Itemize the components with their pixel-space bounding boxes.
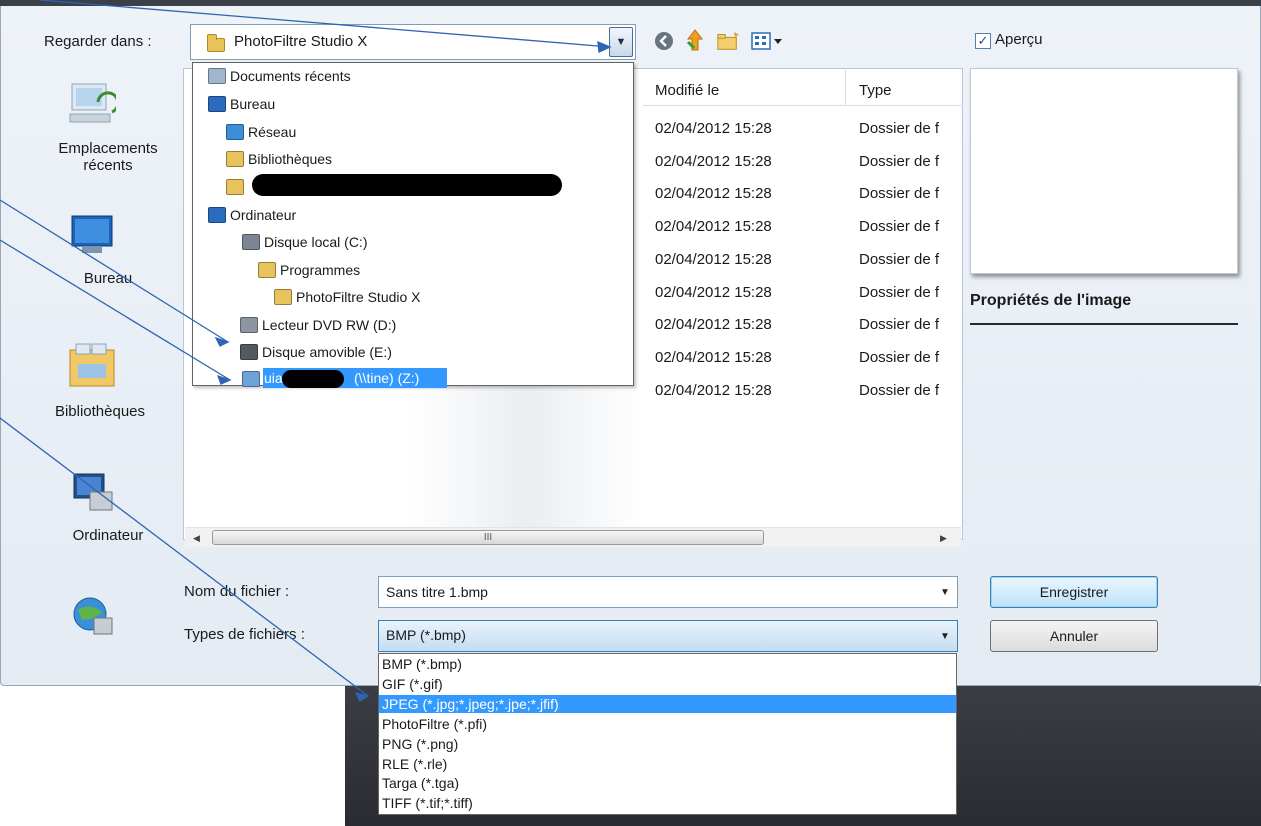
place-recent[interactable]: Emplacements récents (28, 140, 188, 174)
computer-icon (208, 207, 226, 223)
column-type[interactable]: Type (859, 82, 892, 99)
tree-item[interactable]: Bureau (230, 93, 275, 115)
recent-documents-icon (208, 68, 226, 84)
window-top-edge (0, 0, 1261, 6)
user-folder-icon (226, 179, 244, 195)
column-modified[interactable]: Modifié le (655, 82, 719, 99)
file-row-type[interactable]: Dossier de f (859, 349, 939, 366)
file-type-value: BMP (*.bmp) (386, 627, 466, 643)
file-type-option[interactable]: TIFF (*.tif;*.tiff) (382, 794, 473, 812)
properties-divider (970, 323, 1238, 325)
tree-item[interactable]: PhotoFiltre Studio X (296, 286, 421, 308)
network-icon[interactable] (70, 594, 116, 644)
cancel-button[interactable]: Annuler (990, 620, 1158, 652)
preview-checkbox[interactable]: ✓ (975, 33, 991, 49)
save-button[interactable]: Enregistrer (990, 576, 1158, 608)
scrollbar-thumb[interactable]: III (212, 530, 764, 545)
file-row-type[interactable]: Dossier de f (859, 284, 939, 301)
up-folder-icon[interactable] (683, 28, 707, 52)
file-type-option[interactable]: RLE (*.rle) (382, 755, 447, 773)
back-icon[interactable] (652, 29, 676, 53)
file-row-type[interactable]: Dossier de f (859, 316, 939, 333)
image-properties-title: Propriétés de l'image (970, 292, 1132, 309)
tree-item[interactable]: Programmes (280, 259, 360, 281)
tree-item-network-drive-suffix[interactable]: (\\tine) (Z:) (354, 367, 419, 389)
computer-icon (70, 470, 116, 518)
look-in-dropdown-button[interactable]: ▼ (609, 27, 633, 57)
file-name-dropdown-icon[interactable]: ▼ (940, 587, 950, 598)
background-area-right (960, 686, 1261, 826)
libraries-icon (226, 151, 244, 167)
place-computer[interactable]: Ordinateur (28, 527, 188, 544)
recent-places-icon (68, 80, 120, 130)
file-type-option[interactable]: JPEG (*.jpg;*.jpeg;*.jpe;*.jfif) (382, 695, 559, 713)
look-in-label: Regarder dans : (44, 33, 152, 50)
place-desktop[interactable]: Bureau (28, 270, 188, 287)
file-row-type[interactable]: Dossier de f (859, 153, 939, 170)
folder-icon (207, 34, 225, 52)
preview-box (970, 68, 1238, 274)
file-row-modified[interactable]: 02/04/2012 15:28 (655, 153, 772, 170)
file-row-modified[interactable]: 02/04/2012 15:28 (655, 382, 772, 399)
redacted-drive-name (282, 370, 344, 388)
place-libraries[interactable]: Bibliothèques (20, 403, 180, 420)
file-row-modified[interactable]: 02/04/2012 15:28 (655, 349, 772, 366)
folder-icon (258, 262, 276, 278)
file-type-option[interactable]: Targa (*.tga) (382, 774, 459, 792)
file-row-modified[interactable]: 02/04/2012 15:28 (655, 120, 772, 137)
file-row-modified[interactable]: 02/04/2012 15:28 (655, 251, 772, 268)
file-type-dropdown-list (378, 653, 957, 815)
file-row-type[interactable]: Dossier de f (859, 120, 939, 137)
file-row-type[interactable]: Dossier de f (859, 251, 939, 268)
file-type-option[interactable]: PNG (*.png) (382, 735, 458, 753)
file-row-type[interactable]: Dossier de f (859, 185, 939, 202)
dvd-drive-icon (240, 317, 258, 333)
tree-item[interactable]: Lecteur DVD RW (D:) (262, 314, 396, 336)
redacted-folder-name (252, 174, 562, 196)
desktop-icon (70, 214, 114, 260)
local-disk-icon (242, 234, 260, 250)
file-type-option[interactable]: BMP (*.bmp) (382, 655, 462, 673)
place-recent-label-1: Emplacements (58, 140, 158, 157)
file-row-modified[interactable]: 02/04/2012 15:28 (655, 316, 772, 333)
tree-item[interactable]: Bibliothèques (248, 148, 332, 170)
file-row-modified[interactable]: 02/04/2012 15:28 (655, 218, 772, 235)
file-row-modified[interactable]: 02/04/2012 15:28 (655, 284, 772, 301)
scroll-right-icon[interactable]: ▶ (940, 533, 947, 544)
file-type-label: Types de fichiers : (184, 626, 305, 643)
file-type-option[interactable]: PhotoFiltre (*.pfi) (382, 715, 487, 733)
column-separator (845, 70, 846, 106)
look-in-value: PhotoFiltre Studio X (234, 33, 368, 50)
file-row-type[interactable]: Dossier de f (859, 382, 939, 399)
libraries-icon (66, 342, 118, 394)
file-name-input[interactable]: Sans titre 1.bmp (386, 584, 488, 600)
scroll-left-icon[interactable]: ◀ (193, 533, 200, 544)
folder-icon (274, 289, 292, 305)
file-name-label: Nom du fichier : (184, 583, 290, 600)
network-drive-icon (242, 371, 260, 387)
tree-item[interactable]: Réseau (248, 121, 296, 143)
file-row-type[interactable]: Dossier de f (859, 218, 939, 235)
tree-item[interactable]: Documents récents (230, 65, 351, 87)
place-recent-label-2: récents (83, 157, 133, 174)
preview-label: Aperçu (995, 31, 1043, 48)
views-menu-icon[interactable] (748, 29, 788, 53)
tree-item[interactable]: Disque local (C:) (264, 231, 367, 253)
tree-item-network-drive-prefix[interactable]: uia (264, 367, 283, 389)
tree-item[interactable]: Disque amovible (E:) (262, 341, 392, 363)
file-row-modified[interactable]: 02/04/2012 15:28 (655, 185, 772, 202)
network-icon (226, 124, 244, 140)
desktop-icon (208, 96, 226, 112)
file-type-dropdown-icon[interactable]: ▼ (940, 631, 950, 642)
faded-toolbar-ghost (410, 386, 642, 540)
removable-disk-icon (240, 344, 258, 360)
file-type-option[interactable]: GIF (*.gif) (382, 675, 443, 693)
new-folder-icon[interactable] (716, 29, 740, 53)
tree-item[interactable]: Ordinateur (230, 204, 296, 226)
